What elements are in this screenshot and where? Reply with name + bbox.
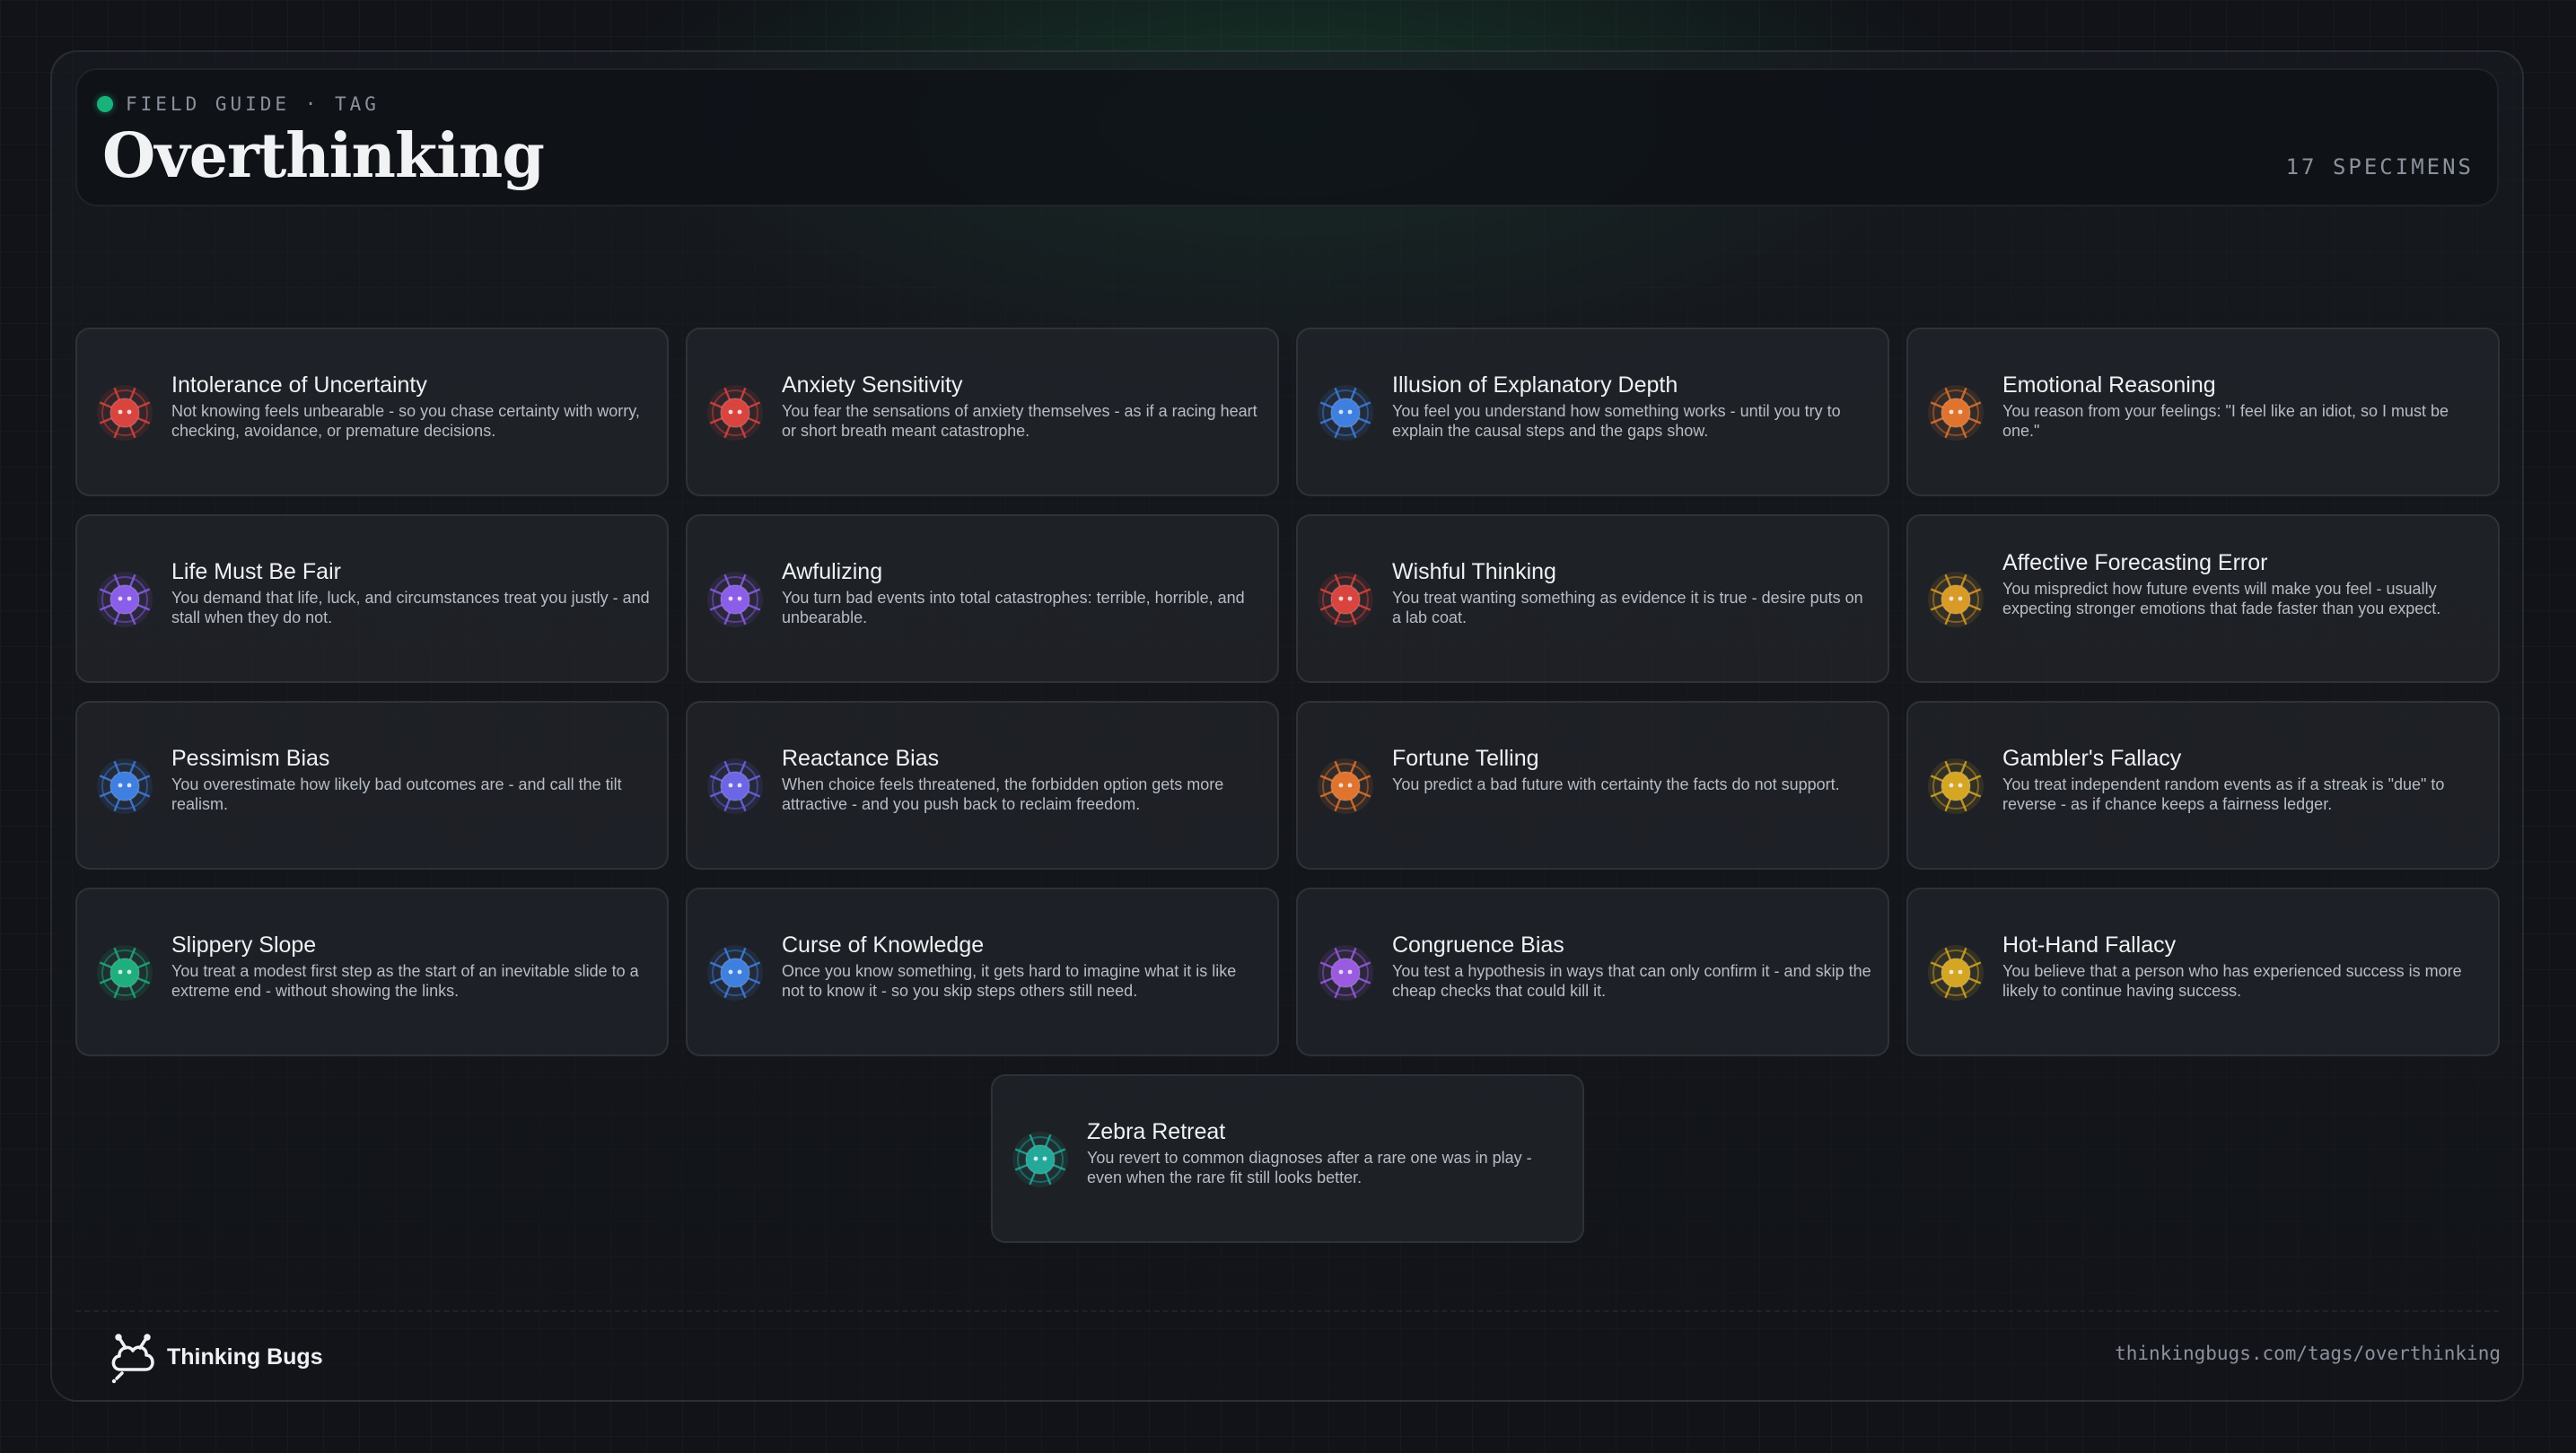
orange-bug-icon [1928, 385, 1984, 441]
red-bug-icon [97, 385, 153, 441]
bug-card-title: Anxiety Sensitivity [782, 372, 963, 398]
green-bug-icon [97, 945, 153, 1001]
bug-card[interactable]: Reactance Bias When choice feels threaten… [686, 701, 1279, 870]
amber-bug-icon [1928, 758, 1984, 814]
bug-card-title: Fortune Telling [1392, 746, 1539, 771]
bug-card-title: Reactance Bias [782, 746, 940, 771]
bug-card-title: Curse of Knowledge [782, 932, 985, 958]
blue-bug-icon [97, 758, 153, 814]
blue-bug-icon [707, 945, 763, 1001]
bug-card-title: Pessimism Bias [171, 746, 330, 771]
bug-card-title: Affective Forecasting Error [2002, 550, 2268, 575]
kicker: FIELD GUIDE · TAG [97, 93, 380, 115]
red-bug-icon [1318, 572, 1373, 627]
bug-card-description: When choice feels threatened, the forbid… [782, 775, 1224, 813]
bug-card-title: Illusion of Explanatory Depth [1392, 372, 1678, 398]
bug-card[interactable]: Life Must Be Fair You demand that life, l… [75, 514, 669, 683]
bug-card-title: Congruence Bias [1392, 932, 1564, 958]
bug-card-description: You test a hypothesis in ways that can o… [1392, 962, 1871, 1000]
bug-card-description: You turn bad events into total catastrop… [782, 589, 1245, 626]
orange-bug-icon [1318, 758, 1373, 814]
bug-card-description: You mispredict how future events will ma… [2002, 580, 2441, 617]
blue-bug-icon [1318, 385, 1373, 441]
bug-card-description: You fear the sensations of anxiety thems… [782, 402, 1257, 440]
red-bug-icon [707, 385, 763, 441]
status-dot-icon [97, 96, 113, 112]
bug-card-description: You predict a bad future with certainty … [1392, 775, 1840, 793]
page-title: Overthinking [102, 120, 545, 192]
bug-card[interactable]: Wishful Thinking You treat wanting someth… [1296, 514, 1889, 683]
bug-card[interactable]: Fortune Telling You predict a bad future … [1296, 701, 1889, 870]
bug-card-description: You revert to common diagnoses after a r… [1087, 1149, 1532, 1186]
bug-card[interactable]: Gambler's Fallacy You treat independent r… [1906, 701, 2500, 870]
amber-bug-icon [1928, 572, 1984, 627]
bug-card[interactable]: Hot-Hand Fallacy You believe that a perso… [1906, 888, 2500, 1056]
bug-card-title: Life Must Be Fair [171, 559, 341, 584]
bug-card[interactable]: Pessimism Bias You overestimate how likel… [75, 701, 669, 870]
teal-bug-icon [1012, 1132, 1068, 1187]
brand-name: Thinking Bugs [167, 1344, 323, 1370]
bug-card-title: Wishful Thinking [1392, 559, 1556, 584]
indigo-bug-icon [707, 758, 763, 814]
bug-card-description: You feel you understand how something wo… [1392, 402, 1841, 440]
bug-card[interactable]: Affective Forecasting Error You mispredic… [1906, 514, 2500, 683]
bug-card-title: Hot-Hand Fallacy [2002, 932, 2177, 958]
footer-divider [75, 1310, 2499, 1312]
bug-card-description: You reason from your feelings: "I feel l… [2002, 402, 2449, 440]
bug-card-description: You demand that life, luck, and circumst… [171, 589, 650, 626]
kicker-label: FIELD GUIDE · TAG [126, 93, 380, 115]
bug-card[interactable]: Awfulizing You turn bad events into total… [686, 514, 1279, 683]
bug-card[interactable]: Emotional Reasoning You reason from your … [1906, 328, 2500, 496]
brand[interactable]: Thinking Bugs [106, 1328, 323, 1386]
cloud-bug-logo-icon [111, 1334, 154, 1384]
bug-card-title: Slippery Slope [171, 932, 317, 958]
bug-card-title: Gambler's Fallacy [2002, 746, 2182, 771]
purple-bug-icon [1318, 945, 1373, 1001]
bug-card[interactable]: Intolerance of Uncertainty Not knowing fe… [75, 328, 669, 496]
bug-card[interactable]: Anxiety Sensitivity You fear the sensatio… [686, 328, 1279, 496]
bug-card-title: Intolerance of Uncertainty [171, 372, 427, 398]
bug-card-description: You treat independent random events as i… [2002, 775, 2445, 813]
footer-url-link[interactable]: thinkingbugs.com/tags/overthinking [2115, 1343, 2501, 1364]
bug-card[interactable]: Zebra Retreat You revert to common diagno… [991, 1074, 1584, 1243]
purple-bug-icon [97, 572, 153, 627]
bug-card-description: Once you know something, it gets hard to… [782, 962, 1237, 1000]
amber-bug-icon [1928, 945, 1984, 1001]
bug-card-description: Not knowing feels unbearable - so you ch… [171, 402, 640, 440]
specimen-count: 17 SPECIMENS [2285, 154, 2474, 179]
purple-bug-icon [707, 572, 763, 627]
bug-card[interactable]: Slippery Slope You treat a modest first s… [75, 888, 669, 1056]
bug-card-grid: Intolerance of Uncertainty Not knowing fe… [75, 328, 2501, 1243]
bug-card-title: Awfulizing [782, 559, 883, 584]
bug-card-title: Emotional Reasoning [2002, 372, 2216, 398]
bug-card[interactable]: Curse of Knowledge Once you know somethin… [686, 888, 1279, 1056]
bug-card-title: Zebra Retreat [1087, 1119, 1226, 1144]
bug-card-description: You believe that a person who has experi… [2002, 962, 2462, 1000]
bug-card-description: You overestimate how likely bad outcomes… [171, 775, 622, 813]
bug-card[interactable]: Illusion of Explanatory Depth You feel yo… [1296, 328, 1889, 496]
bug-card-description: You treat wanting something as evidence … [1392, 589, 1863, 626]
bug-card[interactable]: Congruence Bias You test a hypothesis in … [1296, 888, 1889, 1056]
bug-card-description: You treat a modest first step as the sta… [171, 962, 639, 1000]
